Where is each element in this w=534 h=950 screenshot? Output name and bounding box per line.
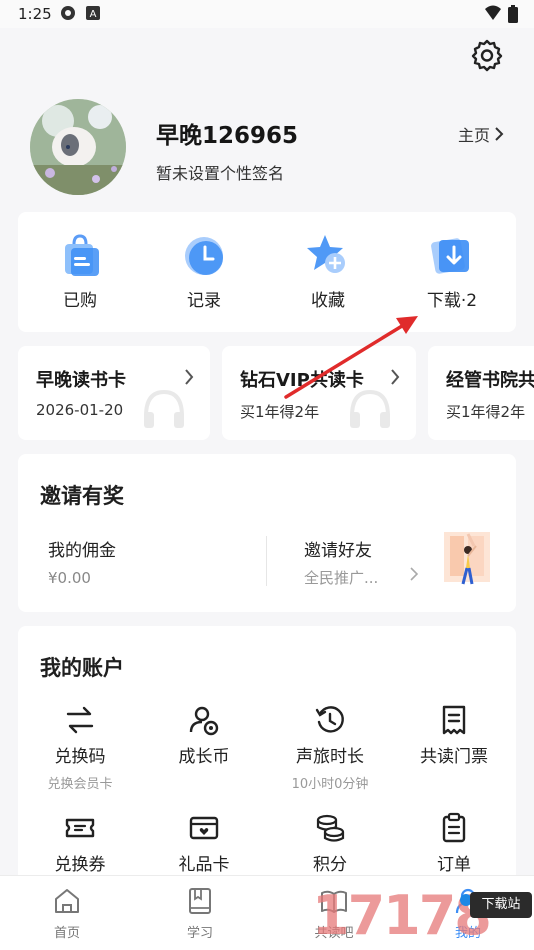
vip-card-diamond[interactable]: 钻石VIP共读卡 买1年得2年 bbox=[222, 346, 416, 440]
vip-card-title: 经管书院共 bbox=[446, 370, 534, 391]
quick-action-label: 已购 bbox=[63, 291, 97, 311]
commission-label[interactable]: 我的佣金 bbox=[48, 536, 116, 561]
invite-friends-label[interactable]: 邀请好友 bbox=[304, 536, 372, 561]
gift-card-icon bbox=[188, 812, 220, 844]
profile-header: 早晚126965 暂未设置个性签名 主页 bbox=[0, 96, 534, 206]
vip-card-subtitle: 买1年得2年 bbox=[446, 403, 526, 421]
vip-card-title: 早晚读书卡 bbox=[36, 370, 126, 391]
tab-study[interactable]: 学习 bbox=[160, 886, 240, 941]
quick-action-downloads[interactable]: 下载·2 bbox=[402, 232, 502, 311]
history-clock-icon bbox=[314, 704, 346, 736]
account-item-points[interactable]: 积分 bbox=[270, 812, 390, 875]
vip-card-subtitle: 2026-01-20 bbox=[36, 401, 124, 419]
shopping-bag-icon bbox=[57, 232, 103, 278]
chevron-right-icon bbox=[410, 567, 418, 581]
invite-illustration[interactable] bbox=[438, 528, 498, 590]
account-item-reading-ticket[interactable]: 共读门票 bbox=[394, 704, 514, 767]
account-item-listening-time[interactable]: 声旅时长 10小时0分钟 bbox=[270, 704, 390, 792]
account-item-sub: 10小时0分钟 bbox=[291, 777, 369, 792]
chevron-right-icon bbox=[495, 127, 504, 141]
headphones-icon bbox=[144, 389, 184, 428]
quick-action-label: 收藏 bbox=[311, 291, 345, 311]
user-coin-icon bbox=[188, 704, 220, 736]
commission-value: ¥0.00 bbox=[48, 569, 91, 587]
account-item-redeem-code[interactable]: 兑换码 兑换会员卡 bbox=[20, 704, 140, 792]
keyboard-a-icon: A bbox=[86, 5, 100, 25]
settings-gear-icon bbox=[60, 5, 76, 25]
account-item-orders[interactable]: 订单 bbox=[394, 812, 514, 875]
swap-arrows-icon bbox=[64, 704, 96, 736]
account-title: 我的账户 bbox=[40, 656, 124, 680]
homepage-link-label: 主页 bbox=[457, 126, 490, 145]
quick-action-purchased[interactable]: 已购 bbox=[30, 232, 130, 311]
battery-icon bbox=[508, 5, 518, 27]
svg-text:A: A bbox=[90, 9, 97, 20]
invite-friends-subtitle: 全民推广... bbox=[304, 569, 379, 587]
vip-card-business[interactable]: 经管书院共 买1年得2年 bbox=[428, 346, 534, 440]
receipt-icon bbox=[438, 704, 470, 736]
book-icon bbox=[185, 886, 215, 916]
status-time: 1:25 bbox=[18, 5, 52, 23]
watermark-badge: 下载站 bbox=[470, 892, 532, 918]
home-icon bbox=[52, 886, 82, 916]
username: 早晚126965 bbox=[156, 123, 299, 149]
account-item-voucher[interactable]: 兑换券 bbox=[20, 812, 140, 875]
account-item-label: 共读门票 bbox=[420, 747, 488, 767]
avatar[interactable] bbox=[30, 99, 126, 195]
download-icon bbox=[429, 232, 475, 278]
account-item-label: 兑换码 bbox=[54, 747, 106, 767]
coins-stack-icon bbox=[314, 812, 346, 844]
account-item-label: 礼品卡 bbox=[178, 855, 230, 875]
wifi-icon bbox=[484, 5, 502, 25]
quick-action-history[interactable]: 记录 bbox=[154, 232, 254, 311]
account-item-label: 声旅时长 bbox=[296, 747, 364, 767]
vip-card-subtitle: 买1年得2年 bbox=[240, 403, 320, 421]
star-plus-icon bbox=[305, 232, 351, 278]
invite-card: 邀请有奖 我的佣金 ¥0.00 邀请好友 全民推广... bbox=[18, 454, 516, 612]
signature-text[interactable]: 暂未设置个性签名 bbox=[156, 160, 284, 184]
quick-action-label: 记录 bbox=[187, 291, 221, 311]
quick-action-label: 下载·2 bbox=[426, 291, 478, 311]
homepage-link[interactable]: 主页 bbox=[458, 122, 504, 146]
status-bar: 1:25 A bbox=[0, 0, 534, 28]
divider bbox=[266, 536, 267, 586]
invite-title: 邀请有奖 bbox=[40, 484, 124, 508]
clipboard-icon bbox=[438, 812, 470, 844]
settings-button[interactable] bbox=[470, 38, 504, 72]
tab-home[interactable]: 首页 bbox=[27, 886, 107, 941]
account-item-sub: 兑换会员卡 bbox=[47, 777, 113, 792]
watermark-logo: 17178 下载站 bbox=[310, 884, 534, 950]
headphones-icon bbox=[350, 389, 390, 428]
quick-actions-card: 已购 记录 收藏 下载·2 bbox=[18, 212, 516, 332]
ticket-icon bbox=[64, 812, 96, 844]
settings-icon bbox=[471, 39, 503, 72]
account-item-label: 兑换券 bbox=[54, 855, 106, 875]
quick-action-favorites[interactable]: 收藏 bbox=[278, 232, 378, 311]
account-card: 我的账户 兑换码 兑换会员卡 成长币 声旅时长 10小时0分钟 共读门票 兑换券 bbox=[18, 626, 516, 886]
account-item-label: 订单 bbox=[437, 855, 471, 875]
vip-card-reading[interactable]: 早晚读书卡 2026-01-20 bbox=[18, 346, 210, 440]
clock-icon bbox=[181, 232, 227, 278]
account-item-label: 积分 bbox=[313, 855, 347, 875]
account-item-label: 成长币 bbox=[178, 747, 230, 767]
tab-label: 学习 bbox=[186, 926, 213, 941]
account-item-growth-coin[interactable]: 成长币 bbox=[144, 704, 264, 767]
tab-label: 首页 bbox=[53, 926, 80, 941]
account-item-gift-card[interactable]: 礼品卡 bbox=[144, 812, 264, 875]
